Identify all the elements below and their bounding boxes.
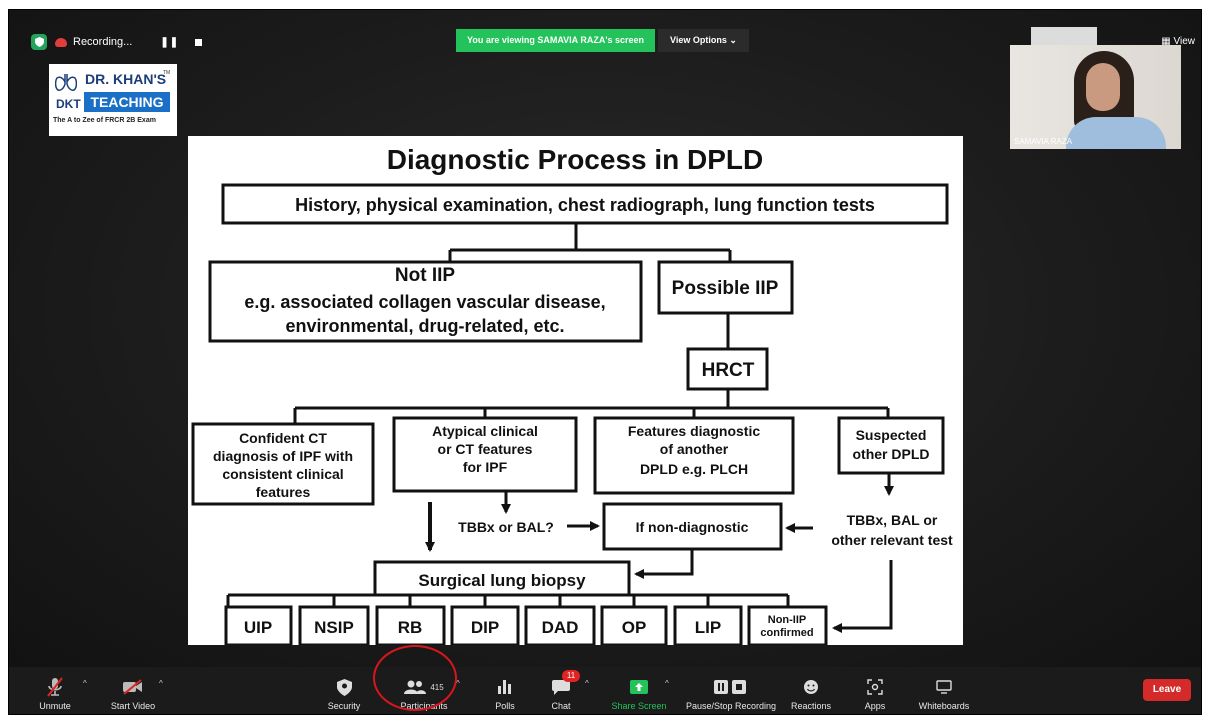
confident-line3: consistent clinical bbox=[222, 466, 343, 482]
tbbx-other-line2: other relevant test bbox=[831, 532, 953, 548]
security-shield-icon bbox=[336, 676, 352, 698]
outcome-op: OP bbox=[622, 618, 647, 637]
not-iip-line2: e.g. associated collagen vascular diseas… bbox=[244, 292, 605, 312]
cloud-recording-icon bbox=[55, 37, 67, 47]
pause-recording-icon[interactable]: ❚❚ bbox=[160, 37, 179, 48]
non-iip-line1: Non-IIP bbox=[768, 614, 807, 626]
security-label: Security bbox=[327, 701, 361, 711]
non-diagnostic-box: If non-diagnostic bbox=[636, 519, 749, 535]
reactions-smiley-icon bbox=[803, 676, 819, 698]
possible-iip-box: Possible IIP bbox=[672, 278, 779, 299]
logo-dkt: DKT bbox=[56, 97, 81, 111]
outcome-nsip: NSIP bbox=[314, 618, 354, 637]
view-options-button[interactable]: View Options ⌄ bbox=[658, 29, 749, 52]
dr-khans-teaching-logo: DR. KHAN'S TM DKT TEACHING The A to Zee … bbox=[49, 64, 177, 136]
logo-title: DR. KHAN'S bbox=[85, 71, 167, 87]
not-iip-title: Not IIP bbox=[395, 265, 455, 286]
presentation-slide: Diagnostic Process in DPLD History, phys… bbox=[188, 136, 963, 645]
non-iip-line2: confirmed bbox=[760, 627, 813, 639]
security-button[interactable]: Security bbox=[319, 667, 369, 714]
features-line1: Features diagnostic bbox=[628, 423, 760, 439]
tbbx-other-line1: TBBx, BAL or bbox=[847, 512, 938, 528]
lungs-icon bbox=[55, 74, 77, 91]
reactions-label: Reactions bbox=[790, 701, 832, 711]
status-bar: Recording... ❚❚ bbox=[31, 34, 203, 50]
participant-name: SAMAVIA RAZA bbox=[1014, 137, 1073, 146]
participant-video-thumbnail[interactable]: SAMAVIA RAZA bbox=[1010, 45, 1181, 149]
pause-recording-label: Pause/Stop Recording bbox=[685, 701, 777, 711]
share-screen-icon bbox=[630, 676, 648, 698]
video-options-chevron-icon[interactable]: ^ bbox=[159, 679, 163, 688]
logo-trademark: TM bbox=[163, 70, 171, 76]
share-screen-label: Share Screen bbox=[611, 701, 667, 711]
pause-stop-recording-button[interactable]: Pause/Stop Recording bbox=[683, 667, 779, 714]
stop-recording-icon[interactable] bbox=[195, 38, 203, 46]
chat-icon: 11 bbox=[552, 670, 580, 698]
polls-button[interactable]: Polls bbox=[487, 667, 523, 714]
recording-indicator: Recording... bbox=[55, 36, 132, 48]
not-iip-line3: environmental, drug-related, etc. bbox=[285, 316, 564, 336]
pause-stop-icon bbox=[714, 676, 748, 698]
apps-icon bbox=[867, 676, 883, 698]
share-screen-button[interactable]: Share Screen bbox=[611, 667, 667, 714]
unmute-button[interactable]: Unmute bbox=[27, 667, 83, 714]
outcome-uip: UIP bbox=[244, 618, 272, 637]
atypical-line2: or CT features bbox=[438, 441, 533, 457]
muted-microphone-icon bbox=[46, 676, 64, 698]
share-options-chevron-icon[interactable]: ^ bbox=[665, 679, 669, 688]
atypical-line3: for IPF bbox=[463, 459, 508, 475]
whiteboard-icon bbox=[936, 676, 952, 698]
apps-label: Apps bbox=[864, 701, 886, 711]
confident-line2: diagnosis of IPF with bbox=[213, 448, 353, 464]
unmute-label: Unmute bbox=[39, 701, 71, 711]
chat-label: Chat bbox=[551, 701, 571, 711]
outcome-rb: RB bbox=[398, 618, 423, 637]
logo-tagline: The A to Zee of FRCR 2B Exam bbox=[53, 117, 156, 124]
surgical-biopsy-box: Surgical lung biopsy bbox=[418, 571, 586, 590]
meeting-toolbar: Unmute ^ Start Video ^ Security 415 Part… bbox=[9, 667, 1201, 714]
atypical-line1: Atypical clinical bbox=[432, 423, 538, 439]
start-video-button[interactable]: Start Video bbox=[103, 667, 163, 714]
suspected-line2: other DPLD bbox=[853, 446, 930, 462]
whiteboards-button[interactable]: Whiteboards bbox=[909, 667, 979, 714]
chat-button[interactable]: 11 Chat bbox=[541, 667, 581, 714]
zoom-window: Recording... ❚❚ You are viewing SAMAVIA … bbox=[8, 9, 1202, 715]
chat-unread-badge: 11 bbox=[562, 670, 580, 682]
hrct-box: HRCT bbox=[702, 360, 755, 381]
features-line2: of another bbox=[660, 441, 729, 457]
history-box: History, physical examination, chest rad… bbox=[295, 195, 875, 215]
chat-chevron-icon[interactable]: ^ bbox=[585, 679, 589, 688]
slide-title: Diagnostic Process in DPLD bbox=[387, 144, 764, 175]
suspected-line1: Suspected bbox=[856, 427, 927, 443]
recording-label: Recording... bbox=[73, 36, 133, 48]
leave-button[interactable]: Leave bbox=[1143, 679, 1191, 701]
video-off-icon bbox=[122, 676, 144, 698]
audio-options-chevron-icon[interactable]: ^ bbox=[83, 679, 87, 688]
polls-icon bbox=[498, 676, 512, 698]
outcome-dad: DAD bbox=[542, 618, 579, 637]
logo-teaching: TEACHING bbox=[84, 92, 170, 112]
annotation-circle bbox=[373, 645, 457, 711]
polls-label: Polls bbox=[495, 701, 515, 711]
reactions-button[interactable]: Reactions bbox=[789, 667, 833, 714]
features-line3: DPLD e.g. PLCH bbox=[640, 461, 748, 477]
shield-icon[interactable] bbox=[31, 34, 47, 50]
confident-line1: Confident CT bbox=[239, 430, 327, 446]
start-video-label: Start Video bbox=[110, 701, 156, 711]
whiteboards-label: Whiteboards bbox=[918, 701, 970, 711]
name-box bbox=[1031, 27, 1097, 45]
outcome-lip: LIP bbox=[695, 618, 721, 637]
confident-line4: features bbox=[256, 484, 311, 500]
tbbx-bal-label: TBBx or BAL? bbox=[458, 519, 554, 535]
viewing-screen-label: You are viewing SAMAVIA RAZA's screen bbox=[456, 29, 656, 52]
outcome-dip: DIP bbox=[471, 618, 499, 637]
apps-button[interactable]: Apps bbox=[857, 667, 893, 714]
screen-share-banner: You are viewing SAMAVIA RAZA's screen Vi… bbox=[456, 29, 749, 52]
